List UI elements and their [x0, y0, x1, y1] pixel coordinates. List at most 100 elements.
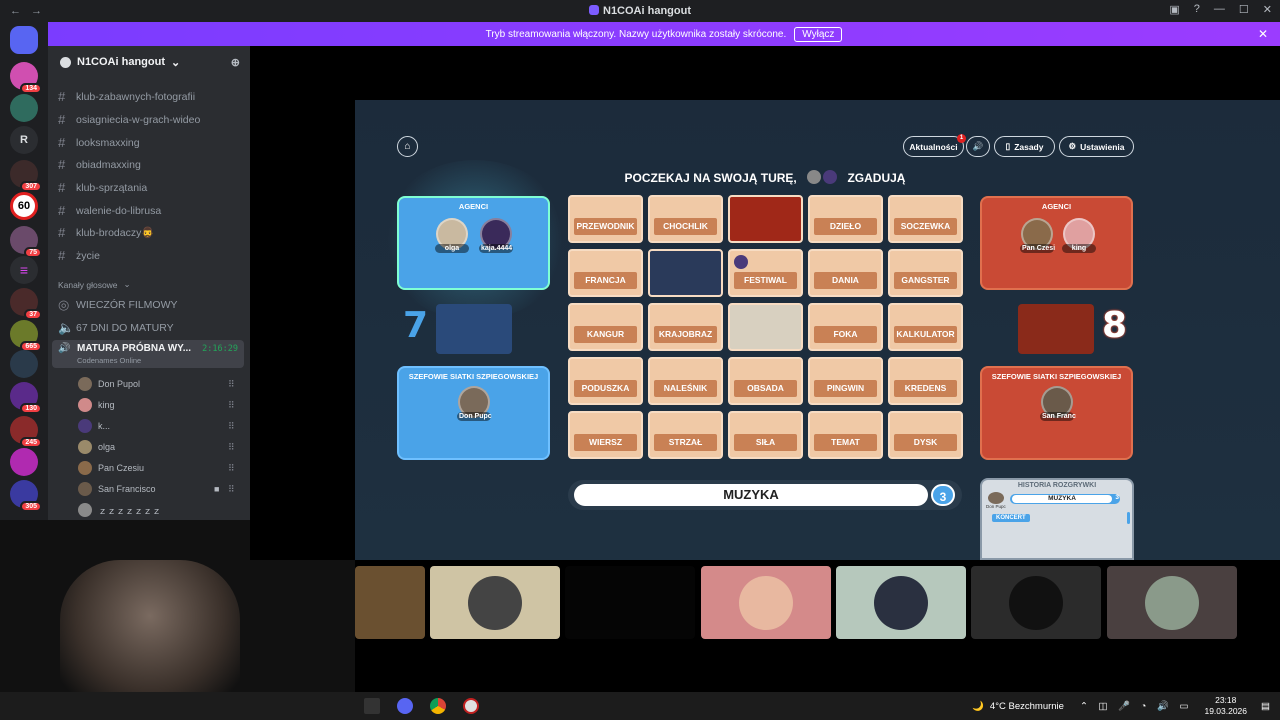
discord-taskbar-icon[interactable]	[397, 698, 413, 714]
word-card[interactable]: GANGSTER	[888, 249, 963, 297]
inbox-icon[interactable]: ▣	[1169, 3, 1179, 16]
channel-item[interactable]: # klub-zabawnych-fotografii	[58, 89, 195, 104]
word-card[interactable]: DYSK	[888, 411, 963, 459]
word-card[interactable]: STRZAŁ	[648, 411, 723, 459]
video-tile[interactable]	[971, 566, 1101, 639]
word-card[interactable]: SOCZEWKA	[888, 195, 963, 243]
channel-item[interactable]: # klub-sprzątania	[58, 180, 147, 195]
word-card[interactable]: TEMAT	[808, 411, 883, 459]
word-card[interactable]: OBSADA	[728, 357, 803, 405]
history-scrollbar[interactable]	[1127, 512, 1130, 524]
server-icon[interactable]: 37	[10, 288, 42, 320]
word-card[interactable]: DZIEŁO	[808, 195, 883, 243]
discord-home-icon[interactable]	[10, 26, 38, 54]
revealed-card[interactable]	[728, 195, 803, 243]
server-icon[interactable]: 307	[10, 160, 42, 192]
close-window-button[interactable]: ✕	[1263, 3, 1272, 16]
drag-handle-icon[interactable]: ⠿	[228, 484, 235, 495]
drag-handle-icon[interactable]: ⠿	[228, 421, 235, 432]
video-tile[interactable]	[430, 566, 560, 639]
notifications-icon[interactable]: ▤	[1261, 701, 1270, 712]
voice-user[interactable]: k... ⠿	[78, 419, 235, 433]
server-icon[interactable]: 665	[10, 320, 42, 352]
close-banner-icon[interactable]: ✕	[1258, 27, 1268, 41]
history-clue-count: 3	[1115, 494, 1119, 501]
voice-category-header[interactable]: Kanały głosowe ⌄	[58, 279, 131, 290]
server-icon[interactable]	[10, 94, 38, 122]
word-card[interactable]: FOKA	[808, 303, 883, 351]
invite-user-icon[interactable]: ⊕	[231, 56, 240, 69]
word-card[interactable]: KREDENS	[888, 357, 963, 405]
word-card[interactable]: SIŁA	[728, 411, 803, 459]
video-tile[interactable]	[1107, 566, 1237, 639]
word-card[interactable]: PODUSZKA	[568, 357, 643, 405]
server-icon[interactable]: 245	[10, 416, 42, 448]
server-icon-speed-sign[interactable]: 60	[10, 192, 38, 220]
word-card[interactable]: DANIA	[808, 249, 883, 297]
voice-user[interactable]: San Francisco ■ ⠿	[78, 482, 235, 496]
help-icon[interactable]: ?	[1194, 3, 1200, 16]
word-card[interactable]: KALKULATOR	[888, 303, 963, 351]
active-voice-channel[interactable]: 🔊 MATURA PRÓBNA WY... 2:16:29 Codenames …	[52, 340, 244, 368]
word-card[interactable]: WIERSZ	[568, 411, 643, 459]
word-card[interactable]: FRANCJA	[568, 249, 643, 297]
rules-button[interactable]: ▯ Zasady	[994, 136, 1055, 157]
voice-channel-item[interactable]: ◎ WIECZÓR FILMOWY	[58, 297, 178, 313]
avatar	[78, 377, 92, 391]
server-header[interactable]: N1COAi hangout ⌄ ⊕	[48, 46, 250, 78]
sound-icon[interactable]: 🔊	[966, 136, 990, 157]
word-card[interactable]: PRZEWODNIK	[568, 195, 643, 243]
voice-user[interactable]: Pan Czesiu ⠿	[78, 461, 235, 475]
channel-item[interactable]: # walenie-do-librusa	[58, 203, 161, 218]
home-icon[interactable]: ⌂	[397, 136, 418, 157]
video-tile[interactable]	[836, 566, 966, 639]
channel-item[interactable]: # klub-brodaczy🧔‍♂️	[58, 225, 154, 240]
channel-item[interactable]: # obiadmaxxing	[58, 157, 141, 172]
voice-user[interactable]: Don Pupol ⠿	[78, 377, 235, 391]
server-icon[interactable]: 130	[10, 382, 42, 414]
settings-button[interactable]: ⚙ Ustawienia	[1059, 136, 1134, 157]
server-icon[interactable]: 134	[10, 62, 42, 94]
drag-handle-icon[interactable]: ⠿	[228, 379, 235, 390]
channel-item[interactable]: # looksmaxxing	[58, 135, 140, 150]
chrome-icon[interactable]	[430, 698, 446, 714]
app-taskbar-icon[interactable]	[463, 698, 479, 714]
voice-channel-item[interactable]: 🔈 67 DNI DO MATURY	[58, 320, 174, 336]
epic-games-icon[interactable]	[364, 698, 380, 714]
server-icon-letter[interactable]: R	[10, 126, 38, 154]
voice-user[interactable]: olga ⠿	[78, 440, 235, 454]
voice-user[interactable]: ｚｚｚｚｚｚｚ	[78, 503, 161, 517]
revealed-card[interactable]	[728, 303, 803, 351]
guessers-avatars	[800, 170, 844, 184]
tray-icons[interactable]: ⌃ ◫ 🎤 ◔ 🔊 ▭	[1080, 701, 1193, 712]
word-card[interactable]: KRAJOBRAZ	[648, 303, 723, 351]
drag-handle-icon[interactable]: ⠿	[228, 442, 235, 453]
server-icon[interactable]	[10, 350, 38, 378]
game-history-panel[interactable]: HISTORIA ROZGRYWKI Don Pupc MUZYKA 3 KONC…	[980, 478, 1134, 560]
word-card[interactable]: NALEŚNIK	[648, 357, 723, 405]
video-tile[interactable]	[355, 566, 425, 639]
video-tile[interactable]	[565, 566, 695, 639]
maximize-button[interactable]: ☐	[1239, 3, 1249, 16]
server-icon[interactable]: ≡	[10, 256, 38, 284]
news-button[interactable]: Aktualności 1	[903, 134, 966, 157]
minimize-button[interactable]: —	[1214, 3, 1225, 16]
disable-streamer-mode-button[interactable]: Wyłącz	[794, 26, 843, 42]
server-icon[interactable]: 305	[10, 480, 42, 512]
word-card[interactable]: FESTIWAL	[728, 249, 803, 297]
clock[interactable]: 23:18 19.03.2026	[1204, 695, 1247, 717]
drag-handle-icon[interactable]: ⠿	[228, 463, 235, 474]
channel-item[interactable]: # osiagniecia-w-grach-wideo	[58, 112, 200, 127]
user-name: ｚｚｚｚｚｚｚ	[98, 505, 162, 516]
voice-user[interactable]: king ⠿	[78, 398, 235, 412]
word-card[interactable]: CHOCHLIK	[648, 195, 723, 243]
drag-handle-icon[interactable]: ⠿	[228, 400, 235, 411]
server-icon[interactable]: 75	[10, 226, 42, 258]
weather-text[interactable]: 4°C Bezchmurnie	[990, 701, 1064, 712]
video-tile[interactable]	[701, 566, 831, 639]
word-card[interactable]: PINGWIN	[808, 357, 883, 405]
word-card[interactable]: KANGUR	[568, 303, 643, 351]
server-icon[interactable]	[10, 448, 38, 476]
channel-item[interactable]: # życie	[58, 248, 100, 263]
revealed-card[interactable]	[648, 249, 723, 297]
